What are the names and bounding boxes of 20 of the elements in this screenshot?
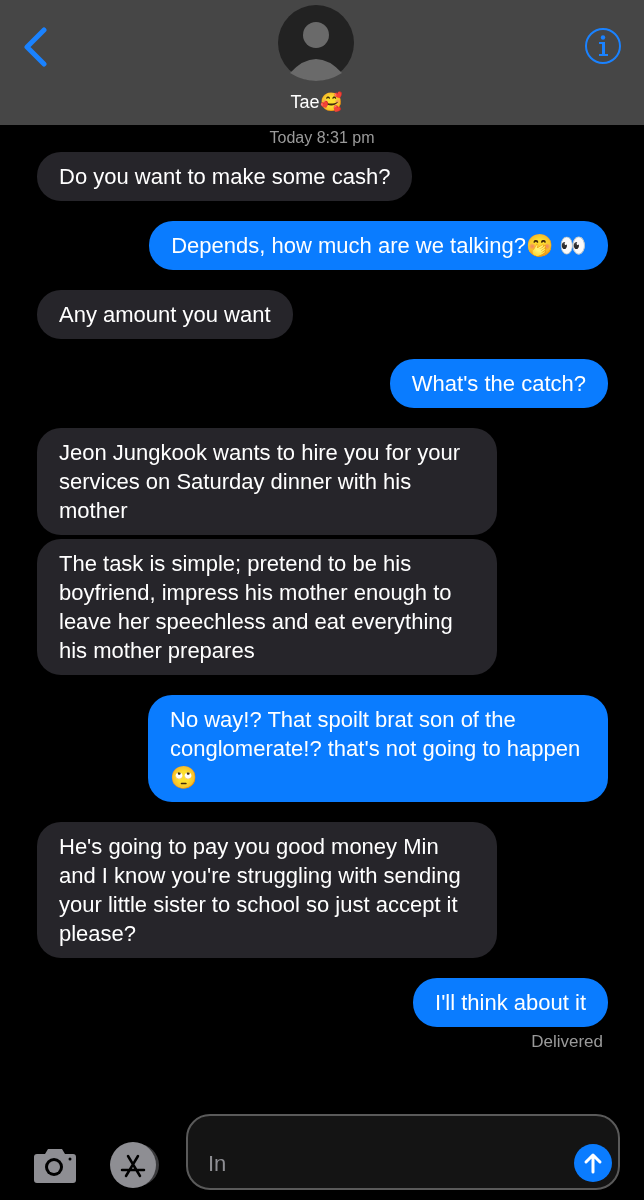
send-button[interactable] [574,1144,612,1182]
contact-avatar[interactable] [278,5,354,81]
message-bubble: Jeon Jungkook wants to hire you for your services on Saturday dinner with his mother [37,428,497,535]
message-bubble: He's going to pay you good money Min and I know you're struggling with sending your little sister to school so just accept it please? [37,822,497,958]
info-icon[interactable] [584,27,622,65]
message-bubble: Depends, how much are we talking?🤭 👀 [149,221,608,270]
back-icon[interactable] [22,27,48,67]
timestamp: Today 8:31 pm [269,128,375,148]
app-store-icon[interactable] [108,1142,162,1188]
message-bubble: What's the catch? [389,359,608,408]
delivery-status: Delivered [531,1031,603,1053]
message-bubble: The task is simple; pretend to be his boyfriend, impress his mother enough to leave her speechless and eat everything his mother prepares [37,539,497,675]
camera-icon[interactable] [33,1146,77,1184]
message-bubble: Do you want to make some cash? [37,152,413,201]
message-bubble: Any amount you want [37,290,293,339]
arrow-up-icon [583,1152,603,1174]
message-bubble: I'll think about it [413,978,608,1027]
message-bubble: No way!? That spoilt brat son of the conglomerate!? that's not going to happen 🙄 [148,695,608,802]
contact-name: Tae🥰 [290,90,342,114]
message-field[interactable]: In [208,1147,408,1182]
